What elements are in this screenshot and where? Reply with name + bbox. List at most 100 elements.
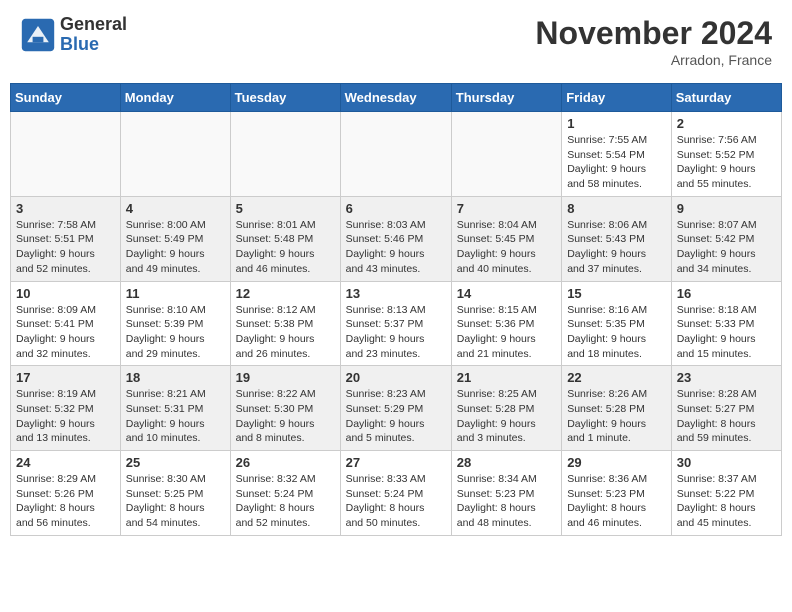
day-info: Sunrise: 8:09 AMSunset: 5:41 PMDaylight:… [16,303,115,362]
day-number: 20 [346,370,446,385]
calendar-cell [230,112,340,197]
calendar-cell: 29 Sunrise: 8:36 AMSunset: 5:23 PMDayligh… [562,451,672,536]
calendar-cell [120,112,230,197]
day-info: Sunrise: 8:32 AMSunset: 5:24 PMDaylight:… [236,472,335,531]
day-info: Sunrise: 8:21 AMSunset: 5:31 PMDaylight:… [126,387,225,446]
week-row-5: 24Sunrise: 8:29 AMSunset: 5:26 PMDayligh… [11,451,782,536]
day-info: Sunrise: 8:03 AMSunset: 5:46 PMDaylight:… [346,218,446,277]
day-number: 17 [16,370,115,385]
calendar-cell: 24Sunrise: 8:29 AMSunset: 5:26 PMDayligh… [11,451,121,536]
weekday-header-tuesday: Tuesday [230,84,340,112]
day-number: 15 [567,286,666,301]
calendar-cell: 21 Sunrise: 8:25 AMSunset: 5:28 PMDayligh… [451,366,561,451]
day-number: 9 [677,201,776,216]
day-info: Sunrise: 8:33 AMSunset: 5:24 PMDaylight:… [346,472,446,531]
calendar-cell: 19 Sunrise: 8:22 AMSunset: 5:30 PMDayligh… [230,366,340,451]
day-number: 19 [236,370,335,385]
day-info: Sunrise: 8:06 AMSunset: 5:43 PMDaylight:… [567,218,666,277]
day-info: Sunrise: 8:26 AMSunset: 5:28 PMDaylight:… [567,387,666,446]
calendar-cell: 16Sunrise: 8:18 AMSunset: 5:33 PMDayligh… [671,281,781,366]
weekday-header-monday: Monday [120,84,230,112]
week-row-2: 3Sunrise: 7:58 AMSunset: 5:51 PMDaylight… [11,196,782,281]
calendar-cell: 11 Sunrise: 8:10 AMSunset: 5:39 PMDayligh… [120,281,230,366]
day-info: Sunrise: 7:55 AMSunset: 5:54 PMDaylight:… [567,133,666,192]
day-info: Sunrise: 8:25 AMSunset: 5:28 PMDaylight:… [457,387,556,446]
day-info: Sunrise: 7:58 AMSunset: 5:51 PMDaylight:… [16,218,115,277]
calendar-cell: 4 Sunrise: 8:00 AMSunset: 5:49 PMDaylight… [120,196,230,281]
calendar-cell: 23 Sunrise: 8:28 AMSunset: 5:27 PMDayligh… [671,366,781,451]
day-info: Sunrise: 8:36 AMSunset: 5:23 PMDaylight:… [567,472,666,531]
day-number: 23 [677,370,776,385]
calendar-cell: 3Sunrise: 7:58 AMSunset: 5:51 PMDaylight… [11,196,121,281]
day-number: 6 [346,201,446,216]
day-number: 30 [677,455,776,470]
day-info: Sunrise: 8:16 AMSunset: 5:35 PMDaylight:… [567,303,666,362]
day-number: 4 [126,201,225,216]
day-info: Sunrise: 8:18 AMSunset: 5:33 PMDaylight:… [677,303,776,362]
day-number: 14 [457,286,556,301]
calendar-cell: 7 Sunrise: 8:04 AMSunset: 5:45 PMDaylight… [451,196,561,281]
calendar-cell: 18 Sunrise: 8:21 AMSunset: 5:31 PMDayligh… [120,366,230,451]
day-info: Sunrise: 8:22 AMSunset: 5:30 PMDaylight:… [236,387,335,446]
week-row-1: 1 Sunrise: 7:55 AMSunset: 5:54 PMDaylight… [11,112,782,197]
calendar-cell: 2Sunrise: 7:56 AMSunset: 5:52 PMDaylight… [671,112,781,197]
day-info: Sunrise: 8:04 AMSunset: 5:45 PMDaylight:… [457,218,556,277]
calendar-cell: 8 Sunrise: 8:06 AMSunset: 5:43 PMDaylight… [562,196,672,281]
page-header: General Blue November 2024 Arradon, Fran… [10,10,782,73]
day-number: 11 [126,286,225,301]
week-row-4: 17 Sunrise: 8:19 AMSunset: 5:32 PMDayligh… [11,366,782,451]
day-info: Sunrise: 8:10 AMSunset: 5:39 PMDaylight:… [126,303,225,362]
day-number: 21 [457,370,556,385]
day-number: 24 [16,455,115,470]
weekday-header-thursday: Thursday [451,84,561,112]
day-info: Sunrise: 8:34 AMSunset: 5:23 PMDaylight:… [457,472,556,531]
calendar-cell: 10 Sunrise: 8:09 AMSunset: 5:41 PMDayligh… [11,281,121,366]
calendar: SundayMondayTuesdayWednesdayThursdayFrid… [10,83,782,536]
calendar-cell: 15 Sunrise: 8:16 AMSunset: 5:35 PMDayligh… [562,281,672,366]
day-number: 7 [457,201,556,216]
calendar-cell [451,112,561,197]
day-info: Sunrise: 8:12 AMSunset: 5:38 PMDaylight:… [236,303,335,362]
day-info: Sunrise: 7:56 AMSunset: 5:52 PMDaylight:… [677,133,776,192]
day-number: 25 [126,455,225,470]
logo-blue: Blue [60,35,127,55]
calendar-cell [11,112,121,197]
day-number: 1 [567,116,666,131]
weekday-header-friday: Friday [562,84,672,112]
location: Arradon, France [535,52,772,68]
calendar-cell: 6 Sunrise: 8:03 AMSunset: 5:46 PMDaylight… [340,196,451,281]
day-info: Sunrise: 8:28 AMSunset: 5:27 PMDaylight:… [677,387,776,446]
calendar-cell: 25 Sunrise: 8:30 AMSunset: 5:25 PMDayligh… [120,451,230,536]
calendar-cell [340,112,451,197]
calendar-cell: 22 Sunrise: 8:26 AMSunset: 5:28 PMDayligh… [562,366,672,451]
day-number: 8 [567,201,666,216]
title-block: November 2024 Arradon, France [535,15,772,68]
day-info: Sunrise: 8:37 AMSunset: 5:22 PMDaylight:… [677,472,776,531]
calendar-cell: 12 Sunrise: 8:12 AMSunset: 5:38 PMDayligh… [230,281,340,366]
day-info: Sunrise: 8:30 AMSunset: 5:25 PMDaylight:… [126,472,225,531]
calendar-cell: 28Sunrise: 8:34 AMSunset: 5:23 PMDayligh… [451,451,561,536]
weekday-header-row: SundayMondayTuesdayWednesdayThursdayFrid… [11,84,782,112]
day-number: 5 [236,201,335,216]
day-number: 26 [236,455,335,470]
day-number: 10 [16,286,115,301]
day-info: Sunrise: 8:19 AMSunset: 5:32 PMDaylight:… [16,387,115,446]
calendar-cell: 13Sunrise: 8:13 AMSunset: 5:37 PMDayligh… [340,281,451,366]
week-row-3: 10 Sunrise: 8:09 AMSunset: 5:41 PMDayligh… [11,281,782,366]
day-number: 22 [567,370,666,385]
weekday-header-saturday: Saturday [671,84,781,112]
day-info: Sunrise: 8:13 AMSunset: 5:37 PMDaylight:… [346,303,446,362]
calendar-cell: 26 Sunrise: 8:32 AMSunset: 5:24 PMDayligh… [230,451,340,536]
day-info: Sunrise: 8:07 AMSunset: 5:42 PMDaylight:… [677,218,776,277]
day-number: 12 [236,286,335,301]
day-number: 29 [567,455,666,470]
calendar-cell: 14Sunrise: 8:15 AMSunset: 5:36 PMDayligh… [451,281,561,366]
logo-text: General Blue [60,15,127,55]
logo-general: General [60,15,127,35]
day-info: Sunrise: 8:00 AMSunset: 5:49 PMDaylight:… [126,218,225,277]
calendar-cell: 30 Sunrise: 8:37 AMSunset: 5:22 PMDayligh… [671,451,781,536]
day-number: 18 [126,370,225,385]
logo-icon [20,17,56,53]
calendar-cell: 17 Sunrise: 8:19 AMSunset: 5:32 PMDayligh… [11,366,121,451]
month-title: November 2024 [535,15,772,52]
